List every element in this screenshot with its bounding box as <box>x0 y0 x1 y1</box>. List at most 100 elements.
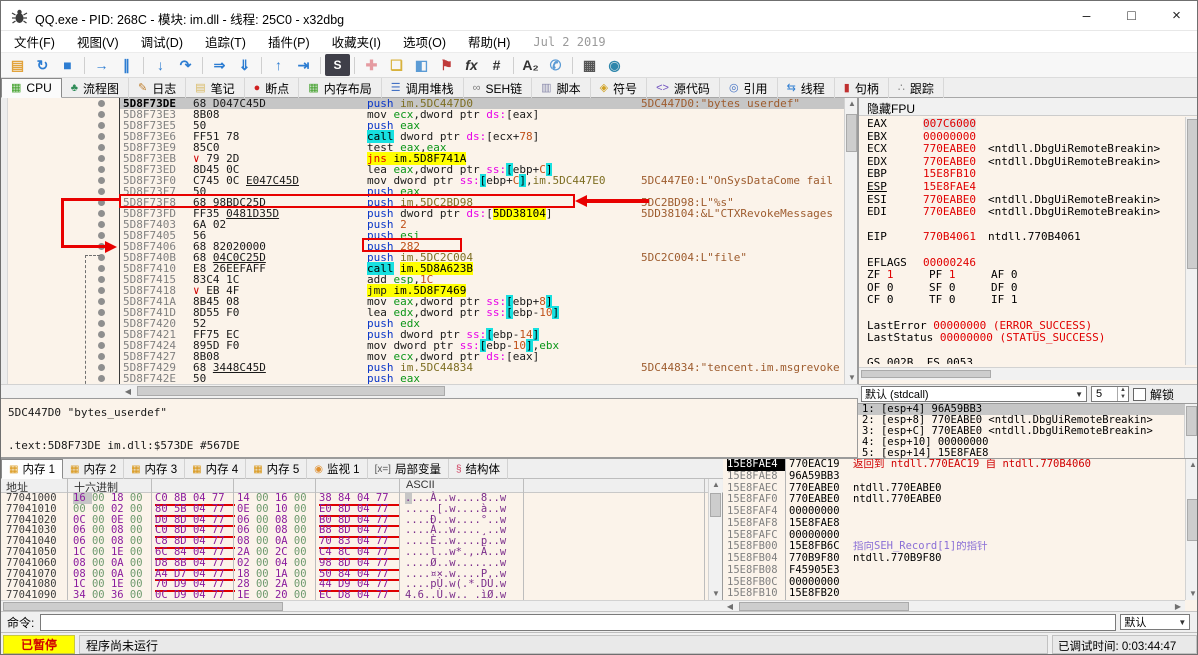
tab-log[interactable]: ✎ 日志 <box>129 78 187 98</box>
menu-item-2[interactable]: 调试(D) <box>130 30 194 53</box>
register-value[interactable]: 770EABE0 <box>923 193 976 206</box>
registers-vscrollbar[interactable] <box>1185 117 1197 365</box>
tab-script[interactable]: ▥ 脚本 <box>532 78 591 98</box>
stack-vscrollbar[interactable]: ▲ ▼ <box>1185 459 1197 600</box>
breakpoint-dot[interactable] <box>98 276 105 283</box>
breakpoint-dot[interactable] <box>98 265 105 272</box>
dump-tab-memory-5[interactable]: ▦ 内存 5 <box>246 459 308 479</box>
register-value[interactable]: 770EABE0 <box>923 205 976 218</box>
labels-icon[interactable]: ◧ <box>409 54 434 76</box>
step-out-icon[interactable]: ⇓ <box>232 54 257 76</box>
register-line[interactable]: ZF 1 PF 1 AF 0 <box>859 268 1186 282</box>
register-value[interactable]: 15E8FB10 <box>923 167 976 181</box>
disasm-row[interactable]: 5D8F742E 50 push eax <box>120 373 844 384</box>
stop-icon[interactable]: ■ <box>55 54 80 76</box>
comments-icon[interactable]: ❏ <box>384 54 409 76</box>
run-to-user-code-icon[interactable]: ⇥ <box>291 54 316 76</box>
breakpoint-dot[interactable] <box>98 144 105 151</box>
breakpoint-dot[interactable] <box>98 342 105 349</box>
register-value[interactable]: 00000000 (ERROR_SUCCESS) <box>933 319 1092 332</box>
disassembly-vscrollbar[interactable]: ▲ ▼ <box>844 98 857 384</box>
breakpoint-dot[interactable] <box>98 100 105 107</box>
breakpoint-dot[interactable] <box>98 122 105 129</box>
disasm-row[interactable]: 5D8F73E6 FF51 78 call dword ptr ds:[ecx+78… <box>120 130 844 143</box>
stack-row[interactable]: 15E8FAF4 00000000 <box>723 506 1185 518</box>
disasm-row[interactable]: 5D8F73F0 C745 0C E047C45D mov dword ptr ss… <box>120 174 844 187</box>
register-line[interactable]: CF 0 TF 0 IF 1 <box>859 294 1186 307</box>
dump-tab-watch-1[interactable]: ◉ 监视 1 <box>307 459 368 479</box>
breakpoint-dot[interactable] <box>98 298 105 305</box>
register-line[interactable]: OF 0 SF 0 DF 0 <box>859 281 1186 295</box>
patches-icon[interactable]: ✚ <box>359 54 384 76</box>
register-line[interactable]: EDX 770EABE0 <ntdll.DbgUiRemoteBreakin> <box>859 155 1186 169</box>
breakpoint-dot[interactable] <box>98 353 105 360</box>
tab-handles[interactable]: ▮ 句柄 <box>835 78 889 98</box>
stack-row[interactable]: 15E8FB04 770B9F80 ntdll.770B9F80 <box>723 553 1185 565</box>
memory-dump-pane[interactable]: ▦ 内存 1 ▦ 内存 2 ▦ 内存 3 ▦ 内存 4 ▦ 内存 5 ◉ 监视 1 [x=] 局部变量 § 结… <box>1 458 723 612</box>
scylla-icon[interactable]: S <box>325 54 350 76</box>
menu-item-3[interactable]: 追踪(T) <box>194 30 257 53</box>
maximize-button[interactable]: □ <box>1109 1 1154 30</box>
register-value[interactable]: 007C6000 <box>923 118 976 130</box>
register-value[interactable]: 770EABE0 <box>923 155 976 168</box>
command-input[interactable] <box>40 613 1117 631</box>
execute-till-return-icon[interactable]: ↑ <box>266 54 291 76</box>
argument-row[interactable]: 2: [esp+8] 770EABE0 <ntdll.DbgUiRemoteBr… <box>858 415 1185 426</box>
run-icon[interactable]: → <box>89 54 114 76</box>
register-line[interactable]: EFLAGS 00000246 <box>859 256 1186 270</box>
breakpoint-dot[interactable] <box>98 210 105 217</box>
register-value[interactable]: 00000000 (STATUS_SUCCESS) <box>940 331 1106 344</box>
step-over-icon[interactable]: ↷ <box>173 54 198 76</box>
unlock-checkbox[interactable] <box>1133 387 1146 401</box>
dump-tab-struct[interactable]: § 结构体 <box>449 459 509 479</box>
stack-row[interactable]: 15E8FB08 F45905E3 <box>723 565 1185 577</box>
breakpoint-dot[interactable] <box>98 320 105 327</box>
register-value[interactable]: 00000000 <box>923 130 976 143</box>
disassembly-pane[interactable]: 5D8F73DE 68 D047C45D push im.5DC447D0 5DC44… <box>1 98 858 384</box>
register-line[interactable]: ECX 770EABE0 <ntdll.DbgUiRemoteBreakin> <box>859 142 1186 156</box>
dump-tab-memory-4[interactable]: ▦ 内存 4 <box>185 459 247 479</box>
disasm-row[interactable]: 5D8F7403 6A 02 push 2 <box>120 219 844 230</box>
breakpoint-dot[interactable] <box>98 331 105 338</box>
breakpoint-dot[interactable] <box>98 309 105 316</box>
menu-item-4[interactable]: 插件(P) <box>257 30 321 53</box>
functions-icon[interactable]: fx <box>459 54 484 76</box>
restart-icon[interactable]: ↻ <box>30 54 55 76</box>
az-icon[interactable]: A₂ <box>518 54 543 76</box>
registers-pane[interactable]: 隐藏FPU EAX 007C6000 EBX 00000000 ECX 770EABE0 <… <box>858 98 1197 384</box>
stack-row[interactable]: 15E8FAF0 770EABE0 ntdll.770EABE0 <box>723 494 1185 506</box>
register-line[interactable]: ESP 15E8FAE4 <box>859 180 1186 194</box>
stack-row[interactable]: 15E8FAE8 96A59BB3 <box>723 471 1185 483</box>
breakpoint-dot[interactable] <box>98 188 105 195</box>
breakpoint-dot[interactable] <box>98 364 105 371</box>
register-value[interactable]: 00000246 <box>923 256 976 269</box>
dump-tab-memory-3[interactable]: ▦ 内存 3 <box>124 459 186 479</box>
breakpoint-dot[interactable] <box>98 287 105 294</box>
stack-row[interactable]: 15E8FAE4 770EAC19 返回到 ntdll.770EAC19 自 ntd… <box>723 459 1185 471</box>
tab-memory-map[interactable]: ▦ 内存布局 <box>299 78 382 98</box>
dump-tab-memory-1[interactable]: ▦ 内存 1 <box>1 459 64 479</box>
tab-references[interactable]: ◎ 引用 <box>720 78 778 98</box>
register-line[interactable]: EIP 770B4061 ntdll.770B4061 <box>859 231 1186 244</box>
tab-trace[interactable]: ∴ 跟踪 <box>889 78 944 98</box>
flag-cf[interactable]: CF 0 <box>867 294 929 307</box>
stack-row[interactable]: 15E8FB00 15E8FB6C 指向SEH_Record[1]的指针 <box>723 541 1185 553</box>
register-value[interactable]: 15E8FAE4 <box>923 180 976 193</box>
step-into-icon[interactable]: ↓ <box>148 54 173 76</box>
menu-item-0[interactable]: 文件(F) <box>3 30 66 53</box>
breakpoint-dot[interactable] <box>98 232 105 239</box>
register-value[interactable]: 770EABE0 <box>923 142 976 155</box>
spinner-arrows-icon[interactable]: ▲ ▼ <box>1117 387 1128 401</box>
register-line[interactable]: EDI 770EABE0 <ntdll.DbgUiRemoteBreakin> <box>859 205 1186 219</box>
menu-item-6[interactable]: 选项(O) <box>392 30 457 53</box>
disasm-row[interactable]: 5D8F741D 8D55 F0 lea edx,dword ptr ss:[ebp… <box>120 306 844 319</box>
stack-row[interactable]: 15E8FAF8 15E8FAE8 <box>723 518 1185 530</box>
flag-if[interactable]: IF 1 <box>991 294 1053 307</box>
disasm-row[interactable]: 5D8F7429 68 3448C45D push im.5DC44834 5DC44… <box>120 362 844 373</box>
run-to-cursor-icon[interactable]: ⇒ <box>207 54 232 76</box>
breakpoint-dot[interactable] <box>98 111 105 118</box>
register-value[interactable]: 770B4061 <box>923 230 976 244</box>
breakpoint-dot[interactable] <box>98 133 105 140</box>
dump-tab-memory-2[interactable]: ▦ 内存 2 <box>63 459 125 479</box>
dump-tab-locals[interactable]: [x=] 局部变量 <box>368 459 449 479</box>
